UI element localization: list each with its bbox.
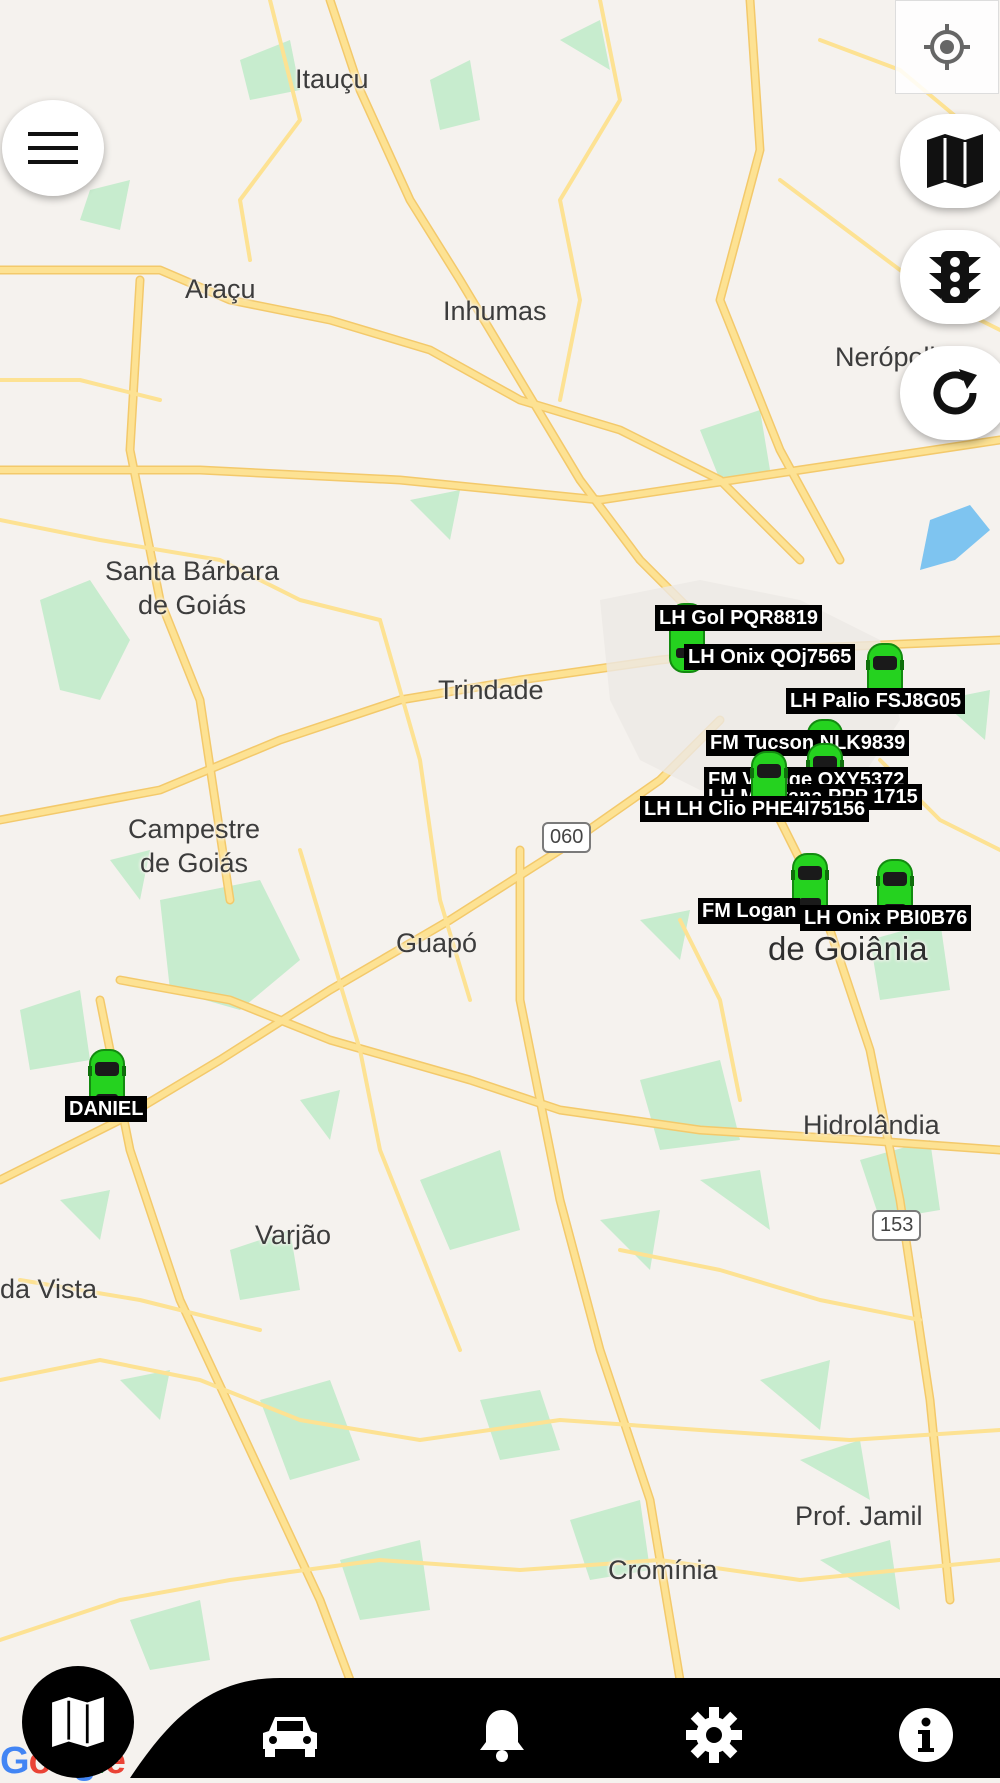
place-label-campestre: Campestre de Goiás [128,814,261,878]
refresh-button[interactable] [900,346,1000,440]
nav-settings-button[interactable] [679,1700,749,1770]
bell-icon [480,1710,524,1762]
place-label-inhumas: Inhumas [443,296,547,326]
my-location-icon [924,24,970,70]
nav-map-button[interactable] [22,1666,134,1778]
vehicle-label-palio[interactable]: LH Palio FSJ8G05 [786,688,966,714]
vehicle-label-gol[interactable]: LH Gol PQR8819 [655,605,822,631]
vehicle-label-daniel[interactable]: DANIEL [65,1096,148,1122]
info-icon [899,1708,953,1762]
place-label-guapo: Guapó [396,928,478,958]
nav-alerts-button[interactable] [467,1700,537,1770]
car-icon [263,1717,317,1757]
place-label-varjao: Varjão [255,1220,332,1250]
refresh-icon [933,369,977,415]
place-label-hidrolandia: Hidrolândia [803,1110,940,1140]
map-icon [927,134,983,188]
place-label-itaucu: Itauçu [295,64,369,94]
my-location-button[interactable] [895,0,999,94]
place-label-aracu: Araçu [185,274,256,304]
map-type-button[interactable] [900,114,1000,208]
highway-shield-060: 060 [542,822,592,853]
nav-info-button[interactable] [891,1700,961,1770]
place-label-crominia: Cromínia [608,1555,718,1585]
nav-vehicles-button[interactable] [255,1700,325,1770]
menu-icon [28,132,78,164]
traffic-button[interactable] [900,230,1000,324]
traffic-light-icon [929,251,981,303]
menu-button[interactable] [2,100,104,196]
place-label-aparecida: de Goiânia [768,930,928,967]
vehicle-label-onix-qoj[interactable]: LH Onix QOj7565 [684,644,856,670]
vehicle-label-logan[interactable]: FM Logan [698,898,801,924]
highway-shield-153: 153 [872,1210,922,1241]
place-label-santa-barbara: Santa Bárbara de Goiás [105,556,280,620]
gear-icon [686,1707,742,1763]
map-icon [52,1697,104,1747]
vehicle-label-clio[interactable]: LH LH Clio PHE4I75156 [640,796,870,822]
vehicle-label-onix-pbi[interactable]: LH Onix PBI0B76 [800,905,972,931]
place-label-trindade: Trindade [438,675,544,705]
place-label-boa-vista: da Vista [0,1274,98,1304]
place-label-prof-jamil: Prof. Jamil [795,1501,923,1531]
